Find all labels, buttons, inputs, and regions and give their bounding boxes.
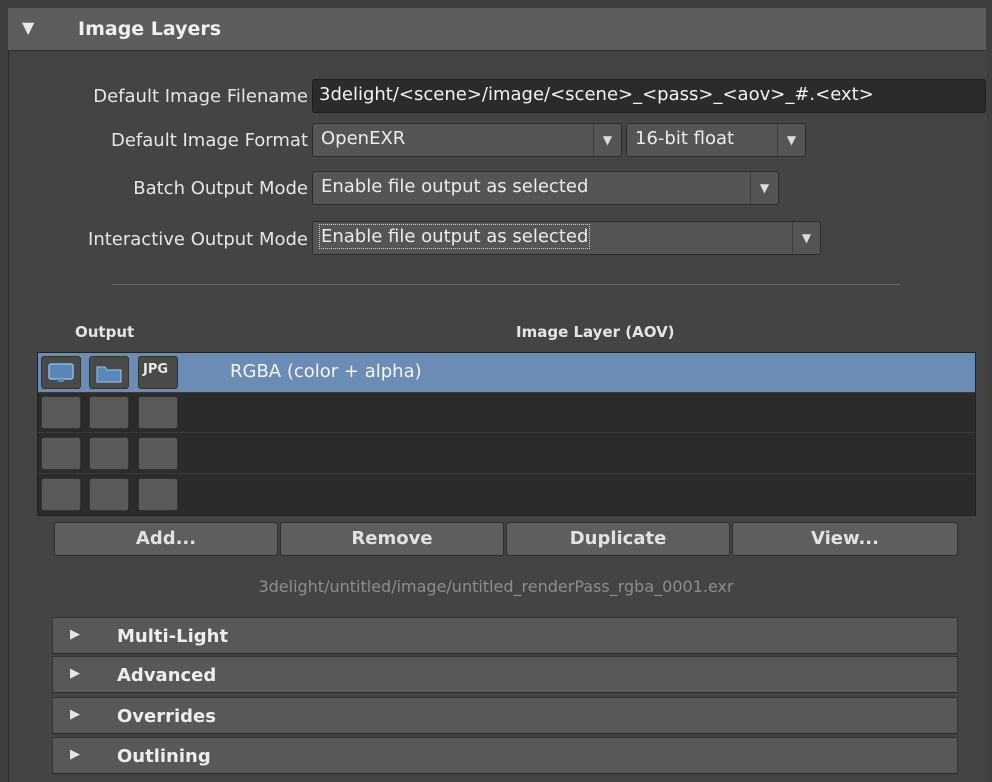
table-row[interactable]: JPG RGBA (color + alpha)	[38, 353, 975, 393]
file-output-toggle[interactable]	[89, 478, 129, 511]
jpg-output-toggle[interactable]: JPG	[138, 356, 178, 389]
duplicate-button[interactable]: Duplicate	[506, 522, 730, 556]
jpg-output-toggle[interactable]	[138, 478, 178, 511]
subsection-multi-light[interactable]: ▶ Multi-Light	[52, 617, 958, 654]
format-dropdown[interactable]: OpenEXR ▼	[312, 123, 622, 157]
file-output-toggle[interactable]	[89, 356, 129, 389]
dropdown-arrow-icon[interactable]: ▼	[792, 222, 820, 254]
subsection-overrides[interactable]: ▶ Overrides	[52, 697, 958, 734]
image-layer-table: JPG RGBA (color + alpha)	[37, 352, 976, 516]
display-output-toggle[interactable]	[41, 478, 81, 511]
interactive-output-value: Enable file output as selected	[318, 224, 591, 249]
remove-button[interactable]: Remove	[280, 522, 504, 556]
dropdown-arrow-icon[interactable]: ▼	[750, 172, 778, 204]
display-output-toggle[interactable]	[41, 437, 81, 470]
section-title: Image Layers	[78, 18, 222, 40]
bit-depth-dropdown[interactable]: 16-bit float ▼	[626, 123, 806, 157]
batch-output-value: Enable file output as selected	[321, 176, 589, 197]
column-header-aov: Image Layer (AOV)	[516, 323, 675, 341]
subsection-advanced[interactable]: ▶ Advanced	[52, 656, 958, 693]
jpg-output-toggle[interactable]	[138, 396, 178, 429]
subsection-title: Overrides	[117, 706, 216, 727]
filename-field[interactable]: 3delight/<scene>/image/<scene>_<pass>_<a…	[312, 79, 986, 113]
monitor-icon	[48, 363, 74, 382]
filename-label: Default Image Filename	[93, 86, 308, 107]
view-button[interactable]: View...	[732, 522, 958, 556]
aov-name: RGBA (color + alpha)	[230, 361, 422, 382]
interactive-output-label: Interactive Output Mode	[88, 229, 308, 250]
subsection-title: Advanced	[117, 665, 217, 686]
subsection-outlining[interactable]: ▶ Outlining	[52, 737, 958, 774]
dropdown-arrow-icon[interactable]: ▼	[777, 124, 805, 156]
table-row[interactable]	[38, 475, 975, 515]
image-layers-header[interactable]: ▼ Image Layers	[8, 8, 986, 51]
file-output-toggle[interactable]	[89, 437, 129, 470]
expand-triangle-icon[interactable]: ▶	[70, 707, 80, 722]
divider	[112, 284, 900, 285]
jpg-format-icon: JPG	[143, 362, 169, 377]
interactive-output-dropdown[interactable]: Enable file output as selected ▼	[312, 221, 821, 255]
bit-depth-value: 16-bit float	[635, 128, 735, 149]
jpg-output-toggle[interactable]	[138, 437, 178, 470]
column-header-output: Output	[75, 323, 135, 341]
subsection-title: Multi-Light	[117, 626, 229, 647]
format-value: OpenEXR	[321, 128, 406, 149]
table-row[interactable]	[38, 393, 975, 433]
collapse-triangle-icon[interactable]: ▼	[22, 18, 34, 37]
display-output-toggle[interactable]	[41, 356, 81, 389]
display-output-toggle[interactable]	[41, 396, 81, 429]
expand-triangle-icon[interactable]: ▶	[70, 666, 80, 681]
expand-triangle-icon[interactable]: ▶	[70, 627, 80, 642]
file-output-toggle[interactable]	[89, 396, 129, 429]
table-row[interactable]	[38, 434, 975, 474]
expand-triangle-icon[interactable]: ▶	[70, 747, 80, 762]
folder-icon	[96, 366, 122, 383]
add-button[interactable]: Add...	[54, 522, 278, 556]
dropdown-arrow-icon[interactable]: ▼	[593, 124, 621, 156]
format-label: Default Image Format	[110, 130, 308, 151]
batch-output-label: Batch Output Mode	[133, 178, 308, 199]
batch-output-dropdown[interactable]: Enable file output as selected ▼	[312, 171, 779, 205]
output-path-preview: 3delight/untitled/image/untitled_renderP…	[258, 577, 734, 596]
subsection-title: Outlining	[117, 746, 211, 767]
